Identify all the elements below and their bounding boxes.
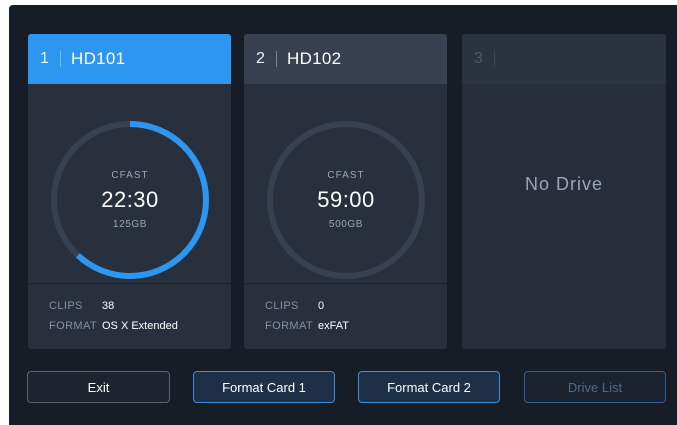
drive-card-header: 1 HD101 [28,34,231,84]
slot-number: 1 [40,50,49,67]
remaining-time: 59:00 [317,187,375,212]
drive-card-3: 3 No Drive [462,34,666,349]
storage-screen: 1 HD101 CFAST 22:30 125GB CLIPS 38 FORMA… [9,5,677,425]
format-value: OS X Extended [102,320,178,332]
clips-label: CLIPS [49,300,83,312]
capacity: 500GB [328,219,364,230]
no-drive-label: No Drive [524,174,603,194]
card-divider [244,283,447,284]
drive-name: HD102 [287,49,342,68]
header-separator [494,51,495,67]
format-card-2-button[interactable]: Format Card 2 [358,371,500,403]
drive-name: HD101 [71,49,126,68]
slot-number: 2 [256,50,265,67]
exit-button[interactable]: Exit [27,371,170,403]
format-row: FORMAT exFAT [265,320,349,332]
format-value: exFAT [318,320,349,332]
format-label: FORMAT [49,320,98,332]
clips-label: CLIPS [265,300,299,312]
capacity-ring: CFAST 22:30 125GB [50,120,210,280]
ring-text: CFAST 22:30 125GB [50,120,210,280]
clips-row: CLIPS 0 [265,300,324,312]
header-separator [276,51,277,67]
drive-card-header: 2 HD102 [244,34,447,84]
format-label: FORMAT [265,320,314,332]
clips-value: 0 [318,300,325,312]
clips-value: 38 [102,300,115,312]
drive-card-1[interactable]: 1 HD101 CFAST 22:30 125GB CLIPS 38 FORMA… [28,34,231,349]
capacity-ring: CFAST 59:00 500GB [266,120,426,280]
capacity: 125GB [112,219,148,230]
media-type: CFAST [327,170,365,181]
header-separator [60,51,61,67]
drive-card-2[interactable]: 2 HD102 CFAST 59:00 500GB CLIPS 0 FORMAT… [244,34,447,349]
media-type: CFAST [111,170,149,181]
remaining-time: 22:30 [101,187,159,212]
format-card-1-button[interactable]: Format Card 1 [193,371,335,403]
drive-card-header: 3 [462,34,666,84]
drive-list-button[interactable]: Drive List [524,371,666,403]
ring-text: CFAST 59:00 500GB [266,120,426,280]
card-divider [28,283,231,284]
format-row: FORMAT OS X Extended [49,320,178,332]
clips-row: CLIPS 38 [49,300,114,312]
slot-number: 3 [474,50,483,67]
